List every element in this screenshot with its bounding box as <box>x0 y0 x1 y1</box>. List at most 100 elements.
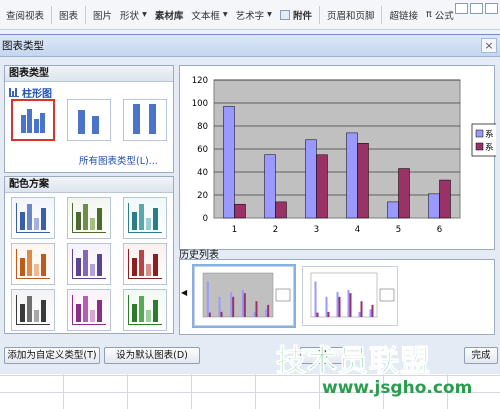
ribbon-separator <box>381 5 383 24</box>
attachment-icon <box>279 9 290 20</box>
chart-preview: 0 20 40 60 80 100 120 1 2 3 4 5 6 系系 <box>179 65 496 250</box>
bar <box>398 168 410 219</box>
ribbon-item-header-footer[interactable]: 页眉和页脚 <box>323 6 379 24</box>
y-tick-label: 40 <box>197 168 208 178</box>
ribbon-item-material[interactable]: 素材库 <box>151 6 188 24</box>
thumb-bar <box>220 311 223 317</box>
watermark-logo: 技术员联盟 <box>276 344 431 380</box>
finish-button[interactable]: 完成 <box>464 347 498 364</box>
bar <box>316 154 328 219</box>
ribbon-separator <box>318 5 320 24</box>
set-default-chart-button[interactable]: 设为默认图表(D) <box>104 347 200 364</box>
x-tick-label: 2 <box>273 225 278 235</box>
x-tick-label: 4 <box>355 225 360 235</box>
bar <box>305 139 317 219</box>
ribbon-separator <box>51 5 53 24</box>
history-item[interactable] <box>302 266 398 326</box>
color-scheme-option[interactable] <box>67 197 111 239</box>
thumb-bar <box>347 289 350 317</box>
thumb-bar <box>243 293 246 317</box>
ribbon-toolbar: 查阅视表 图表 图片 形状 ▾ 素材库 文本框 ▾ 艺术字 ▾ 附件 页眉和页脚 超链… <box>0 0 500 30</box>
thumb-bar <box>316 312 319 317</box>
thumb-bar <box>265 309 268 317</box>
legend-label: 系 <box>485 129 494 140</box>
thumb-bar <box>325 296 328 317</box>
thumb-bar <box>208 312 211 317</box>
ribbon-item-hyperlink[interactable]: 超链接 <box>385 6 422 24</box>
y-tick-label: 80 <box>197 122 208 132</box>
bar <box>428 193 440 219</box>
add-custom-type-button[interactable]: 添加为自定义类型(T) <box>4 347 100 364</box>
column-chart: 0 20 40 60 80 100 120 1 2 3 4 5 6 系系 <box>192 76 496 235</box>
bar <box>387 201 399 219</box>
dialog-title: 图表类型 <box>2 40 44 52</box>
chart-type-dialog: 图表类型 × 图表类型 柱形图 所有图表类型(L)... 配色方案 0 20 4… <box>0 34 500 374</box>
bar <box>264 154 276 219</box>
bar <box>223 106 235 219</box>
thumb-bar <box>267 304 270 317</box>
thumb-bar <box>369 309 372 317</box>
thumb-bar <box>218 296 221 317</box>
scroll-left-icon[interactable]: ◀ <box>181 288 187 297</box>
color-scheme-option[interactable] <box>123 197 167 239</box>
color-scheme-option[interactable] <box>67 289 111 331</box>
color-scheme-option[interactable] <box>11 197 55 239</box>
grid-icon[interactable] <box>485 3 498 14</box>
x-tick-label: 6 <box>437 225 442 235</box>
thumb-bar <box>253 311 256 317</box>
ribbon-item-textbox[interactable]: 文本框 ▾ <box>187 6 231 24</box>
chart-subtype-stacked[interactable] <box>67 99 111 141</box>
ribbon-item-chart[interactable]: 图表 <box>55 6 82 24</box>
column-chart-icon <box>9 88 19 97</box>
thumb-bar <box>360 301 363 317</box>
ribbon-item-wordart[interactable]: 艺术字 ▾ <box>232 6 276 24</box>
y-tick-label: 0 <box>203 214 208 224</box>
color-scheme-option[interactable] <box>67 243 111 285</box>
color-scheme-panel: 配色方案 <box>4 176 174 334</box>
ribbon-item-formula[interactable]: π 公式 <box>422 6 458 24</box>
thumb-bar <box>255 301 258 317</box>
x-tick-label: 5 <box>396 225 401 235</box>
close-icon[interactable]: × <box>481 38 497 53</box>
ribbon-item-shape[interactable]: 形状 ▾ <box>116 6 151 24</box>
window-icon[interactable] <box>470 3 483 14</box>
ribbon-separator <box>85 5 87 24</box>
thumb-plot <box>202 272 274 318</box>
ribbon-item-picture[interactable]: 图片 <box>89 6 116 24</box>
thumb-legend <box>379 288 395 302</box>
bar <box>346 132 358 219</box>
all-chart-types-link[interactable]: 所有图表类型(L)... <box>79 153 158 167</box>
legend-label: 系 <box>485 142 494 153</box>
ribbon-item-pivot[interactable]: 查阅视表 <box>2 6 48 24</box>
x-tick-label: 1 <box>232 225 237 235</box>
legend-swatch <box>475 142 484 151</box>
color-scheme-option[interactable] <box>123 243 167 285</box>
restore-icon[interactable] <box>455 3 468 14</box>
y-tick-label: 20 <box>197 191 208 201</box>
ribbon-item-attachment[interactable]: 附件 <box>276 6 316 24</box>
color-scheme-option[interactable] <box>123 289 167 331</box>
bar <box>234 203 246 219</box>
y-tick-label: 120 <box>192 76 208 86</box>
color-scheme-panel-header: 配色方案 <box>5 177 173 193</box>
thumb-bar <box>232 296 235 317</box>
thumb-bar <box>241 289 244 317</box>
thumb-bar <box>327 311 330 317</box>
thumb-bar <box>206 281 209 317</box>
chevron-down-icon: ▾ <box>222 9 228 20</box>
color-scheme-option[interactable] <box>11 243 55 285</box>
window-buttons <box>455 3 498 14</box>
dialog-titlebar: 图表类型 <box>0 35 500 57</box>
thumb-bar <box>230 292 233 317</box>
thumb-bar <box>358 311 361 317</box>
thumb-bar <box>371 304 374 317</box>
chart-subtype-clustered[interactable] <box>11 99 55 141</box>
chart-subtype-percent[interactable] <box>123 99 167 141</box>
history-item[interactable] <box>192 264 296 328</box>
thumb-plot <box>310 272 378 318</box>
bar <box>357 143 369 219</box>
color-scheme-option[interactable] <box>11 289 55 331</box>
legend-swatch <box>475 129 484 138</box>
thumb-bar <box>336 292 339 317</box>
thumb-legend <box>275 288 291 302</box>
